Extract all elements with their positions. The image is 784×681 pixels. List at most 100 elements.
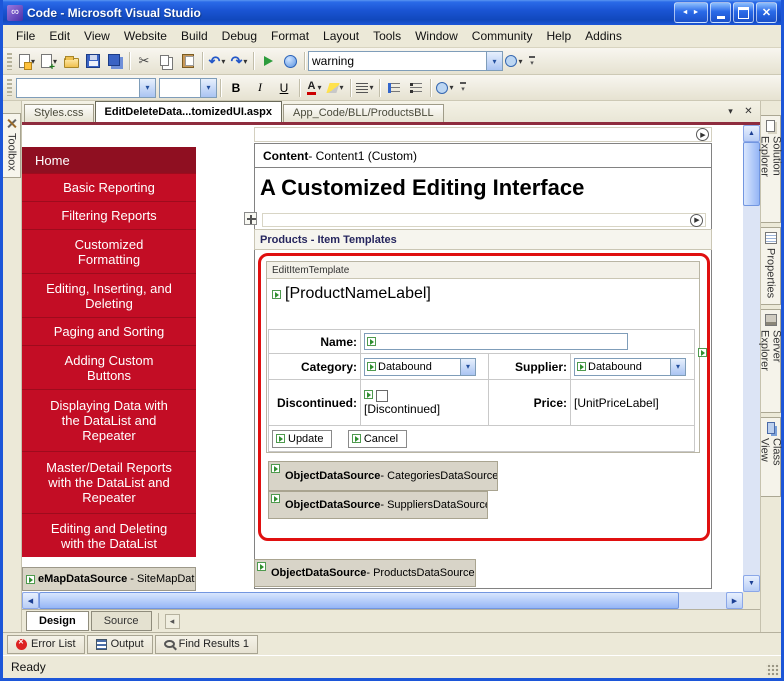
restore-button[interactable]	[733, 2, 754, 23]
panel-tab-class-view[interactable]: Class View	[761, 417, 781, 497]
font-size-input[interactable]	[160, 79, 200, 97]
scroll-down-button[interactable]: ▼	[743, 575, 760, 592]
close-button[interactable]	[756, 2, 777, 23]
design-surface[interactable]: Home Basic Reporting Filtering Reports C…	[22, 125, 743, 592]
scroll-right-button[interactable]: ▶	[726, 592, 743, 609]
scroll-left-button[interactable]: ◀	[22, 592, 39, 609]
cut-icon	[139, 53, 150, 69]
open-file-button[interactable]	[60, 50, 82, 72]
start-debug-button[interactable]	[257, 50, 279, 72]
toolbar-overflow-button[interactable]	[527, 51, 537, 71]
underline-button[interactable]: U	[272, 77, 296, 99]
new-project-button[interactable]	[16, 50, 38, 72]
font-size-combo[interactable]	[159, 78, 217, 98]
chevron-down-icon[interactable]	[139, 79, 155, 97]
tab-find-results[interactable]: Find Results 1	[155, 635, 258, 654]
nav-item-displaying-data[interactable]: Displaying Data with the DataList and Re…	[22, 389, 196, 451]
menu-website[interactable]: Website	[117, 26, 174, 46]
bold-button[interactable]: B	[224, 77, 248, 99]
bullet-list-icon	[410, 83, 422, 93]
close-document-button[interactable]	[741, 104, 756, 119]
tab-scroll-left-button[interactable]	[165, 614, 180, 629]
numbered-list-button[interactable]	[383, 77, 405, 99]
redo-button[interactable]	[228, 50, 250, 72]
font-color-button[interactable]: A	[303, 77, 325, 99]
tab-list-dropdown-button[interactable]	[723, 104, 738, 119]
nav-item-home[interactable]: Home	[22, 147, 196, 173]
tab-productsbll[interactable]: App_Code/BLL/ProductsBLL	[283, 104, 444, 122]
toolbar-grip[interactable]	[7, 53, 12, 70]
horizontal-scrollbar[interactable]: ◀ ▶	[22, 592, 743, 609]
target-schema-input[interactable]	[17, 79, 139, 97]
move-handle-icon[interactable]	[244, 212, 257, 225]
menu-addins[interactable]: Addins	[578, 26, 629, 46]
menu-tools[interactable]: Tools	[366, 26, 408, 46]
scroll-up-button[interactable]: ▲	[743, 125, 760, 142]
site-nav-menu: Home Basic Reporting Filtering Reports C…	[22, 147, 196, 557]
tab-design[interactable]: Design	[26, 611, 89, 631]
menu-layout[interactable]: Layout	[316, 26, 366, 46]
find-options-button[interactable]	[503, 50, 525, 72]
vertical-scroll-thumb[interactable]	[743, 142, 760, 206]
toolbox-tab[interactable]: Toolbox	[3, 113, 21, 178]
window-arrows-button[interactable]	[674, 2, 708, 23]
menu-debug[interactable]: Debug	[215, 26, 264, 46]
nav-item-basic-reporting[interactable]: Basic Reporting	[22, 173, 196, 201]
menu-community[interactable]: Community	[465, 26, 540, 46]
tab-error-list[interactable]: Error List	[7, 635, 85, 654]
nav-item-adding-custom-buttons[interactable]: Adding Custom Buttons	[22, 345, 196, 389]
content-placeholder-header[interactable]: Content - Content1 (Custom)	[255, 144, 711, 168]
nav-item-paging-sorting[interactable]: Paging and Sorting	[22, 317, 196, 345]
menu-edit[interactable]: Edit	[42, 26, 77, 46]
vertical-scroll-track[interactable]	[743, 206, 760, 575]
nav-item-editing-inserting-deleting[interactable]: Editing, Inserting, and Deleting	[22, 273, 196, 317]
menu-file[interactable]: File	[9, 26, 42, 46]
alignment-button[interactable]	[354, 77, 376, 99]
menu-view[interactable]: View	[77, 26, 117, 46]
menu-build[interactable]: Build	[174, 26, 215, 46]
horizontal-scroll-track[interactable]	[679, 592, 726, 609]
tab-styles-css[interactable]: Styles.css	[24, 104, 94, 122]
nav-item-master-detail[interactable]: Master/Detail Reports with the DataList …	[22, 451, 196, 513]
nav-item-editing-deleting-datalist[interactable]: Editing and Deleting with the DataList	[22, 513, 196, 557]
panel-tab-properties[interactable]: Properties	[761, 227, 781, 305]
undo-button[interactable]	[206, 50, 228, 72]
nav-item-customized-formatting[interactable]: Customized Formatting	[22, 229, 196, 273]
smart-tag-arrow-icon[interactable]	[696, 128, 709, 141]
add-item-button[interactable]	[38, 50, 60, 72]
browse-button[interactable]	[279, 50, 301, 72]
cut-button[interactable]	[133, 50, 155, 72]
smart-tag-arrow-icon[interactable]	[690, 214, 703, 227]
nav-item-filtering-reports[interactable]: Filtering Reports	[22, 201, 196, 229]
menu-format[interactable]: Format	[264, 26, 316, 46]
sitemapdatasource-box[interactable]: eMapDataSource - SiteMapDataSource1	[22, 567, 196, 591]
highlight-button[interactable]	[325, 77, 347, 99]
tab-output[interactable]: Output	[87, 635, 153, 654]
toolbar-overflow-button[interactable]	[458, 78, 468, 98]
toolbar-grip[interactable]	[7, 79, 12, 96]
search-combo[interactable]	[308, 51, 503, 71]
hyperlink-button[interactable]	[434, 77, 456, 99]
target-schema-combo[interactable]	[16, 78, 156, 98]
title-bar[interactable]: Code - Microsoft Visual Studio	[3, 0, 781, 25]
search-input[interactable]	[309, 52, 486, 70]
bullet-list-button[interactable]	[405, 77, 427, 99]
panel-tab-server-explorer[interactable]: Server Explorer	[761, 309, 781, 413]
tab-editdeletedata-aspx[interactable]: EditDeleteData...tomizedUI.aspx	[95, 101, 283, 122]
horizontal-scroll-thumb[interactable]	[39, 592, 679, 609]
minimize-button[interactable]	[710, 2, 731, 23]
menu-window[interactable]: Window	[408, 26, 465, 46]
tab-source[interactable]: Source	[91, 611, 152, 631]
panel-tab-solution-explorer[interactable]: Solution Explorer	[761, 115, 781, 223]
products-datasource-box[interactable]: ObjectDataSource - ProductsDataSource	[254, 559, 476, 587]
italic-button[interactable]: I	[248, 77, 272, 99]
chevron-down-icon[interactable]	[200, 79, 216, 97]
paste-button[interactable]	[177, 50, 199, 72]
copy-button[interactable]	[155, 50, 177, 72]
save-all-button[interactable]	[104, 50, 126, 72]
resize-grip[interactable]	[766, 663, 779, 676]
save-button[interactable]	[82, 50, 104, 72]
chevron-down-icon[interactable]	[486, 52, 502, 70]
menu-help[interactable]: Help	[539, 26, 578, 46]
vertical-scrollbar[interactable]: ▲ ▼	[743, 125, 760, 592]
